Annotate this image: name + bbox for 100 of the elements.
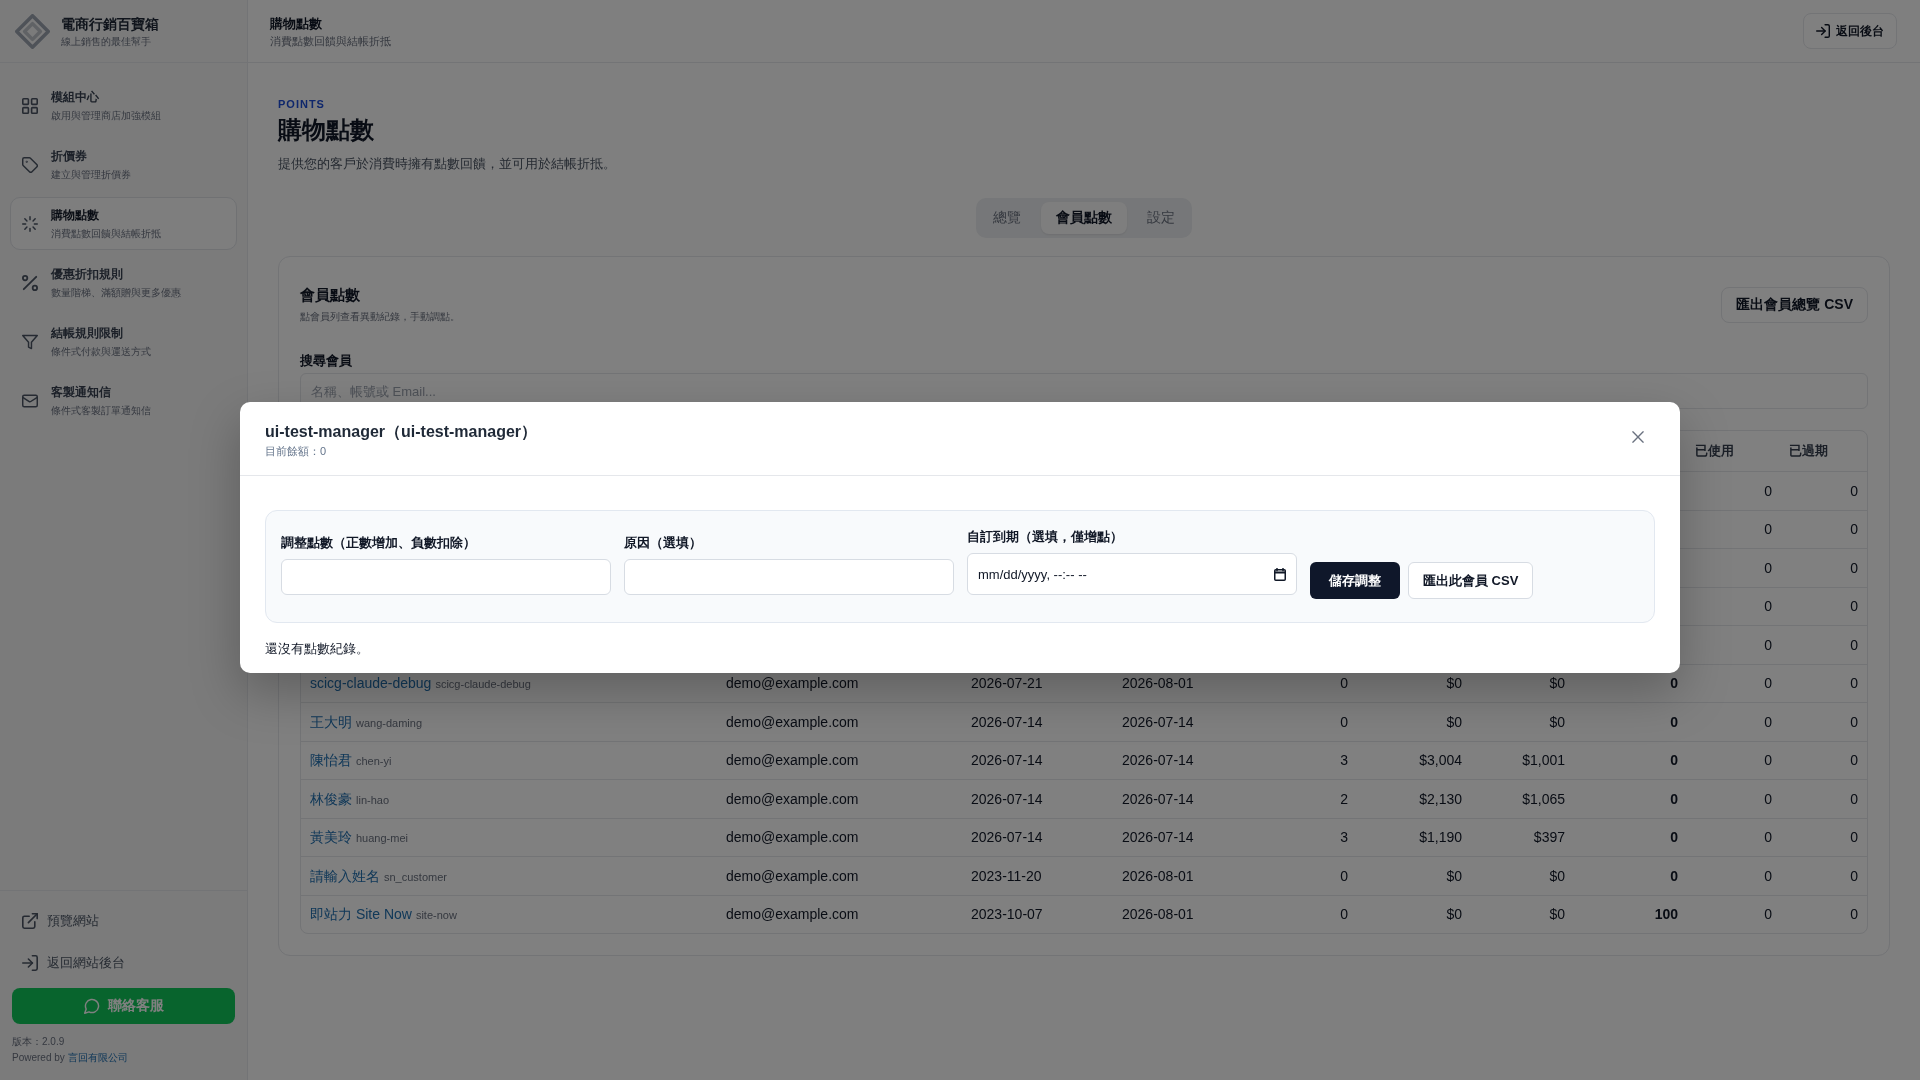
table-cell: 0: [1850, 521, 1858, 538]
column-header: 已過期: [1789, 442, 1828, 460]
member-name-link[interactable]: 王大明: [310, 713, 352, 730]
table-cell: 0: [1340, 713, 1348, 730]
member-handle: chen-yi: [356, 754, 392, 769]
table-cell: 2026-07-14: [971, 752, 1043, 769]
radiating-lines-icon: [22, 215, 38, 232]
member-handle: wang-daming: [356, 715, 423, 730]
back-to-admin-button[interactable]: 返回後台: [1803, 13, 1897, 49]
table-cell: demo@example.com: [726, 675, 859, 692]
table-cell: 0: [1850, 636, 1858, 653]
table-cell: 0: [1764, 713, 1772, 730]
export-csv-button[interactable]: 匯出會員總覽 CSV: [1721, 286, 1868, 323]
company-link[interactable]: 言回有限公司: [67, 1052, 128, 1063]
save-button[interactable]: 儲存調整: [1310, 562, 1400, 599]
table-cell: 0: [1764, 598, 1772, 615]
sidebar-link[interactable]: 預覽網站: [12, 900, 99, 942]
dialog-title: ui-test-manager（ui-test-manager）: [265, 422, 538, 442]
table-cell: 2026-07-14: [971, 713, 1043, 730]
tab[interactable]: 設定: [1134, 202, 1188, 234]
empty-state-text: 還沒有點數紀錄。: [265, 640, 369, 658]
table-cell: 0: [1850, 867, 1858, 884]
section-eyebrow: POINTS: [278, 97, 325, 111]
table-cell: demo@example.com: [726, 906, 859, 923]
member-handle: huang-mei: [356, 831, 408, 846]
date-time-field[interactable]: mm/dd/yyyy, --:-- --: [967, 553, 1297, 595]
table-cell: $0: [1446, 906, 1462, 923]
export-member-csv-button[interactable]: 匯出此會員 CSV: [1408, 562, 1534, 599]
table-cell: $0: [1549, 675, 1565, 692]
input-field[interactable]: [281, 559, 611, 595]
table-cell: demo@example.com: [726, 829, 859, 846]
table-cell: $0: [1549, 867, 1565, 884]
table-cell: $397: [1533, 829, 1565, 846]
member-name-link[interactable]: 陳怡君: [310, 752, 352, 769]
member-name-link[interactable]: 黃美玲: [310, 829, 352, 846]
version-text: 版本：2.0.9: [12, 1035, 65, 1049]
table-cell: 0: [1764, 752, 1772, 769]
table-cell: $3,004: [1419, 752, 1462, 769]
field-label: 自訂到期（選填，僅增點）: [967, 528, 1123, 545]
table-cell: $1,065: [1522, 790, 1565, 807]
table-cell: 0: [1850, 713, 1858, 730]
column-header: 已使用: [1695, 442, 1734, 460]
table-cell: 0: [1850, 790, 1858, 807]
table-cell: 2023-11-20: [971, 867, 1042, 884]
external-link-icon: [22, 913, 38, 929]
tab[interactable]: 總覽: [980, 202, 1034, 234]
field-label: 調整點數（正數增加、負數扣除）: [281, 534, 476, 551]
table-cell: 2026-07-21: [971, 675, 1043, 692]
table-cell: 2026-08-01: [1122, 906, 1194, 923]
table-cell: $2,130: [1419, 790, 1462, 807]
table-cell: 0: [1670, 752, 1678, 769]
table-cell: 0: [1340, 867, 1348, 884]
header-subtitle: 消費點數回饋與結帳折抵: [270, 33, 391, 48]
envelope-icon: [22, 392, 38, 409]
card-subtitle: 點會員列查看異動紀錄，手動調點。: [300, 310, 460, 324]
table-cell: 0: [1670, 713, 1678, 730]
table-cell: 2026-08-01: [1122, 675, 1194, 692]
sidebar-item[interactable]: 購物點數 消費點數回饋與結帳折抵: [10, 197, 237, 250]
table-cell: 100: [1654, 906, 1678, 923]
table-cell: $1,001: [1522, 752, 1565, 769]
member-name-link[interactable]: 即站力 Site Now: [310, 906, 412, 923]
table-cell: 0: [1764, 906, 1772, 923]
table-cell: 0: [1764, 636, 1772, 653]
member-handle: sn_customer: [384, 869, 447, 884]
calendar-icon: [1274, 567, 1286, 581]
tab[interactable]: 會員點數: [1041, 202, 1127, 234]
table-cell: $0: [1549, 713, 1565, 730]
table-cell: 0: [1850, 752, 1858, 769]
table-cell: 0: [1764, 867, 1772, 884]
table-cell: 2023-10-07: [971, 906, 1043, 923]
tag-icon: [22, 156, 38, 173]
table-cell: 0: [1850, 598, 1858, 615]
member-name-link[interactable]: 請輸入姓名: [310, 867, 380, 884]
table-cell: $0: [1549, 906, 1565, 923]
sidebar-link[interactable]: 返回網站後台: [12, 942, 125, 984]
table-cell: 2: [1340, 790, 1348, 807]
table-cell: 0: [1764, 559, 1772, 576]
chat-bubble-icon: [83, 998, 100, 1014]
powered-by-text: Powered by 言回有限公司: [12, 1051, 128, 1065]
page-description: 提供您的客戶於消費時擁有點數回饋，並可用於結帳折抵。: [278, 155, 616, 173]
table-cell: 0: [1670, 829, 1678, 846]
table-cell: 0: [1850, 906, 1858, 923]
page-title: 購物點數: [278, 115, 374, 145]
balance-text: 目前餘額：0: [265, 444, 327, 458]
contact-support-button[interactable]: 聯絡客服: [12, 988, 235, 1024]
member-name-link[interactable]: 林俊豪: [310, 790, 352, 807]
table-cell: 3: [1340, 829, 1348, 846]
login-arrow-icon: [1816, 24, 1830, 38]
table-cell: 0: [1850, 559, 1858, 576]
table-cell: $0: [1446, 867, 1462, 884]
table-cell: 0: [1764, 482, 1772, 499]
table-cell: 2026-07-14: [971, 829, 1043, 846]
member-name-link[interactable]: scicg-claude-debug: [310, 675, 432, 692]
header-title: 購物點數: [270, 14, 322, 32]
table-cell: 0: [1340, 675, 1348, 692]
table-cell: 2026-07-14: [971, 790, 1043, 807]
input-field[interactable]: [624, 559, 954, 595]
table-cell: 0: [1764, 790, 1772, 807]
grid-icon: [22, 97, 38, 114]
login-arrow-icon: [22, 955, 38, 971]
